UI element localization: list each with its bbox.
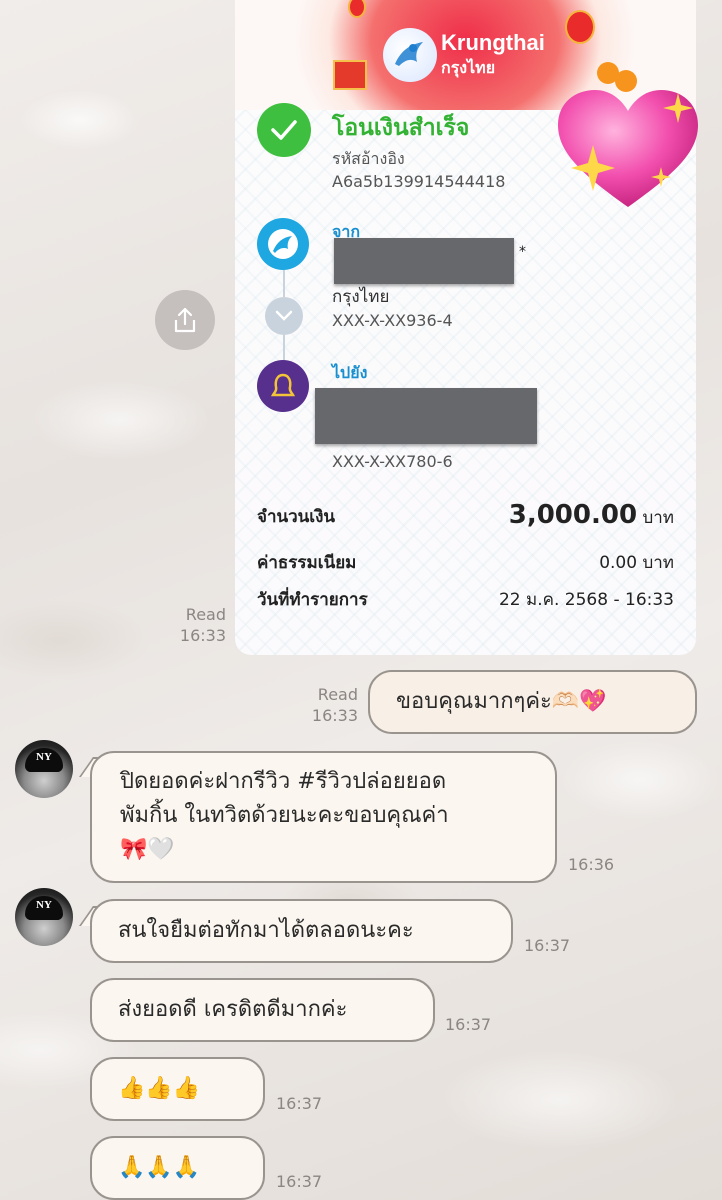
message-bubble-incoming[interactable]: ปิดยอดค่ะฝากรีวิว #รีวิวปล่อยยอด พัมกิ้น… [90, 751, 557, 883]
read-time: 16:33 [179, 626, 226, 645]
sender-suffix: * [519, 244, 526, 260]
folded-hands-icon: 🙏🙏🙏 [118, 1155, 201, 1180]
message-time: 16:37 [276, 1094, 323, 1113]
date-label: วันที่ทำรายการ [257, 590, 368, 610]
to-label: ไปยัง [332, 363, 368, 382]
read-time: 16:33 [311, 706, 358, 725]
sender-account: XXX-X-XX936-4 [332, 311, 453, 330]
read-label: Read [317, 685, 358, 704]
redacted-recipient-name [315, 388, 537, 444]
ny-logo-icon: NY [36, 899, 52, 911]
message-text: ขอบคุณมากๆค่ะ🫶🏻💖 [396, 689, 607, 714]
gift-decoration [333, 60, 367, 90]
chevron-down-icon [265, 297, 303, 335]
fee-value: 0.00 บาท [599, 553, 674, 573]
message-text: ส่งยอดดี เครดิตดีมากค่ะ [118, 997, 348, 1022]
read-receipt: Read 16:33 [302, 684, 358, 726]
message-bubble-incoming[interactable]: สนใจยืมต่อทักมาได้ตลอดนะคะ [90, 899, 513, 963]
sparkling-heart-sticker [553, 85, 703, 215]
avatar[interactable]: NY [15, 888, 73, 946]
lantern-decoration [565, 10, 595, 44]
read-label: Read [185, 605, 226, 624]
message-bubble-incoming[interactable]: 🙏🙏🙏 [90, 1136, 265, 1200]
amount-unit: บาท [642, 508, 674, 528]
connector-line [283, 335, 285, 360]
amount-label: จำนวนเงิน [257, 507, 336, 527]
share-icon [174, 307, 196, 333]
date-value: 22 ม.ค. 2568 - 16:33 [498, 590, 674, 610]
brand-name: Krungthai [441, 30, 545, 55]
recipient-account: XXX-X-XX780-6 [332, 452, 453, 471]
ny-logo-icon: NY [36, 751, 52, 763]
message-text-line: 🎀🤍 [120, 837, 175, 862]
amount-value: 3,000.00 [508, 500, 638, 530]
read-receipt: Read 16:33 [170, 604, 226, 646]
message-time: 16:37 [524, 936, 571, 955]
scb-bank-icon [257, 360, 309, 412]
reference-label: รหัสอ้างอิง [332, 149, 405, 168]
success-check-icon [257, 103, 311, 157]
message-time: 16:36 [568, 855, 615, 874]
avatar[interactable]: NY [15, 740, 73, 798]
message-time: 16:37 [276, 1172, 323, 1191]
message-text-line: พัมกิ้น ในทวิตด้วยนะคะขอบคุณค่า [120, 803, 449, 828]
message-time: 16:37 [445, 1015, 492, 1034]
krungthai-logo-icon [383, 28, 437, 82]
message-text-line: ปิดยอดค่ะฝากรีวิว #รีวิวปล่อยยอด [120, 769, 447, 794]
message-bubble-incoming[interactable]: 👍👍👍 [90, 1057, 265, 1121]
transfer-status: โอนเงินสำเร็จ [332, 115, 470, 141]
connector-line [283, 270, 285, 297]
sender-bank: กรุงไทย [332, 287, 390, 307]
message-bubble-outgoing[interactable]: ขอบคุณมากๆค่ะ🫶🏻💖 [368, 670, 697, 734]
brand-name-thai: กรุงไทย [441, 58, 496, 77]
thumbs-up-icon: 👍👍👍 [118, 1076, 201, 1101]
krungthai-bank-icon [257, 218, 309, 270]
redacted-sender-name [334, 238, 514, 284]
reference-number: A6a5b139914544418 [332, 172, 506, 191]
fee-label: ค่าธรรมเนียม [257, 553, 357, 573]
message-bubble-incoming[interactable]: ส่งยอดดี เครดิตดีมากค่ะ [90, 978, 435, 1042]
message-text: สนใจยืมต่อทักมาได้ตลอดนะคะ [118, 918, 414, 943]
amount-row: 3,000.00 บาท [509, 500, 674, 531]
share-button[interactable] [155, 290, 215, 350]
